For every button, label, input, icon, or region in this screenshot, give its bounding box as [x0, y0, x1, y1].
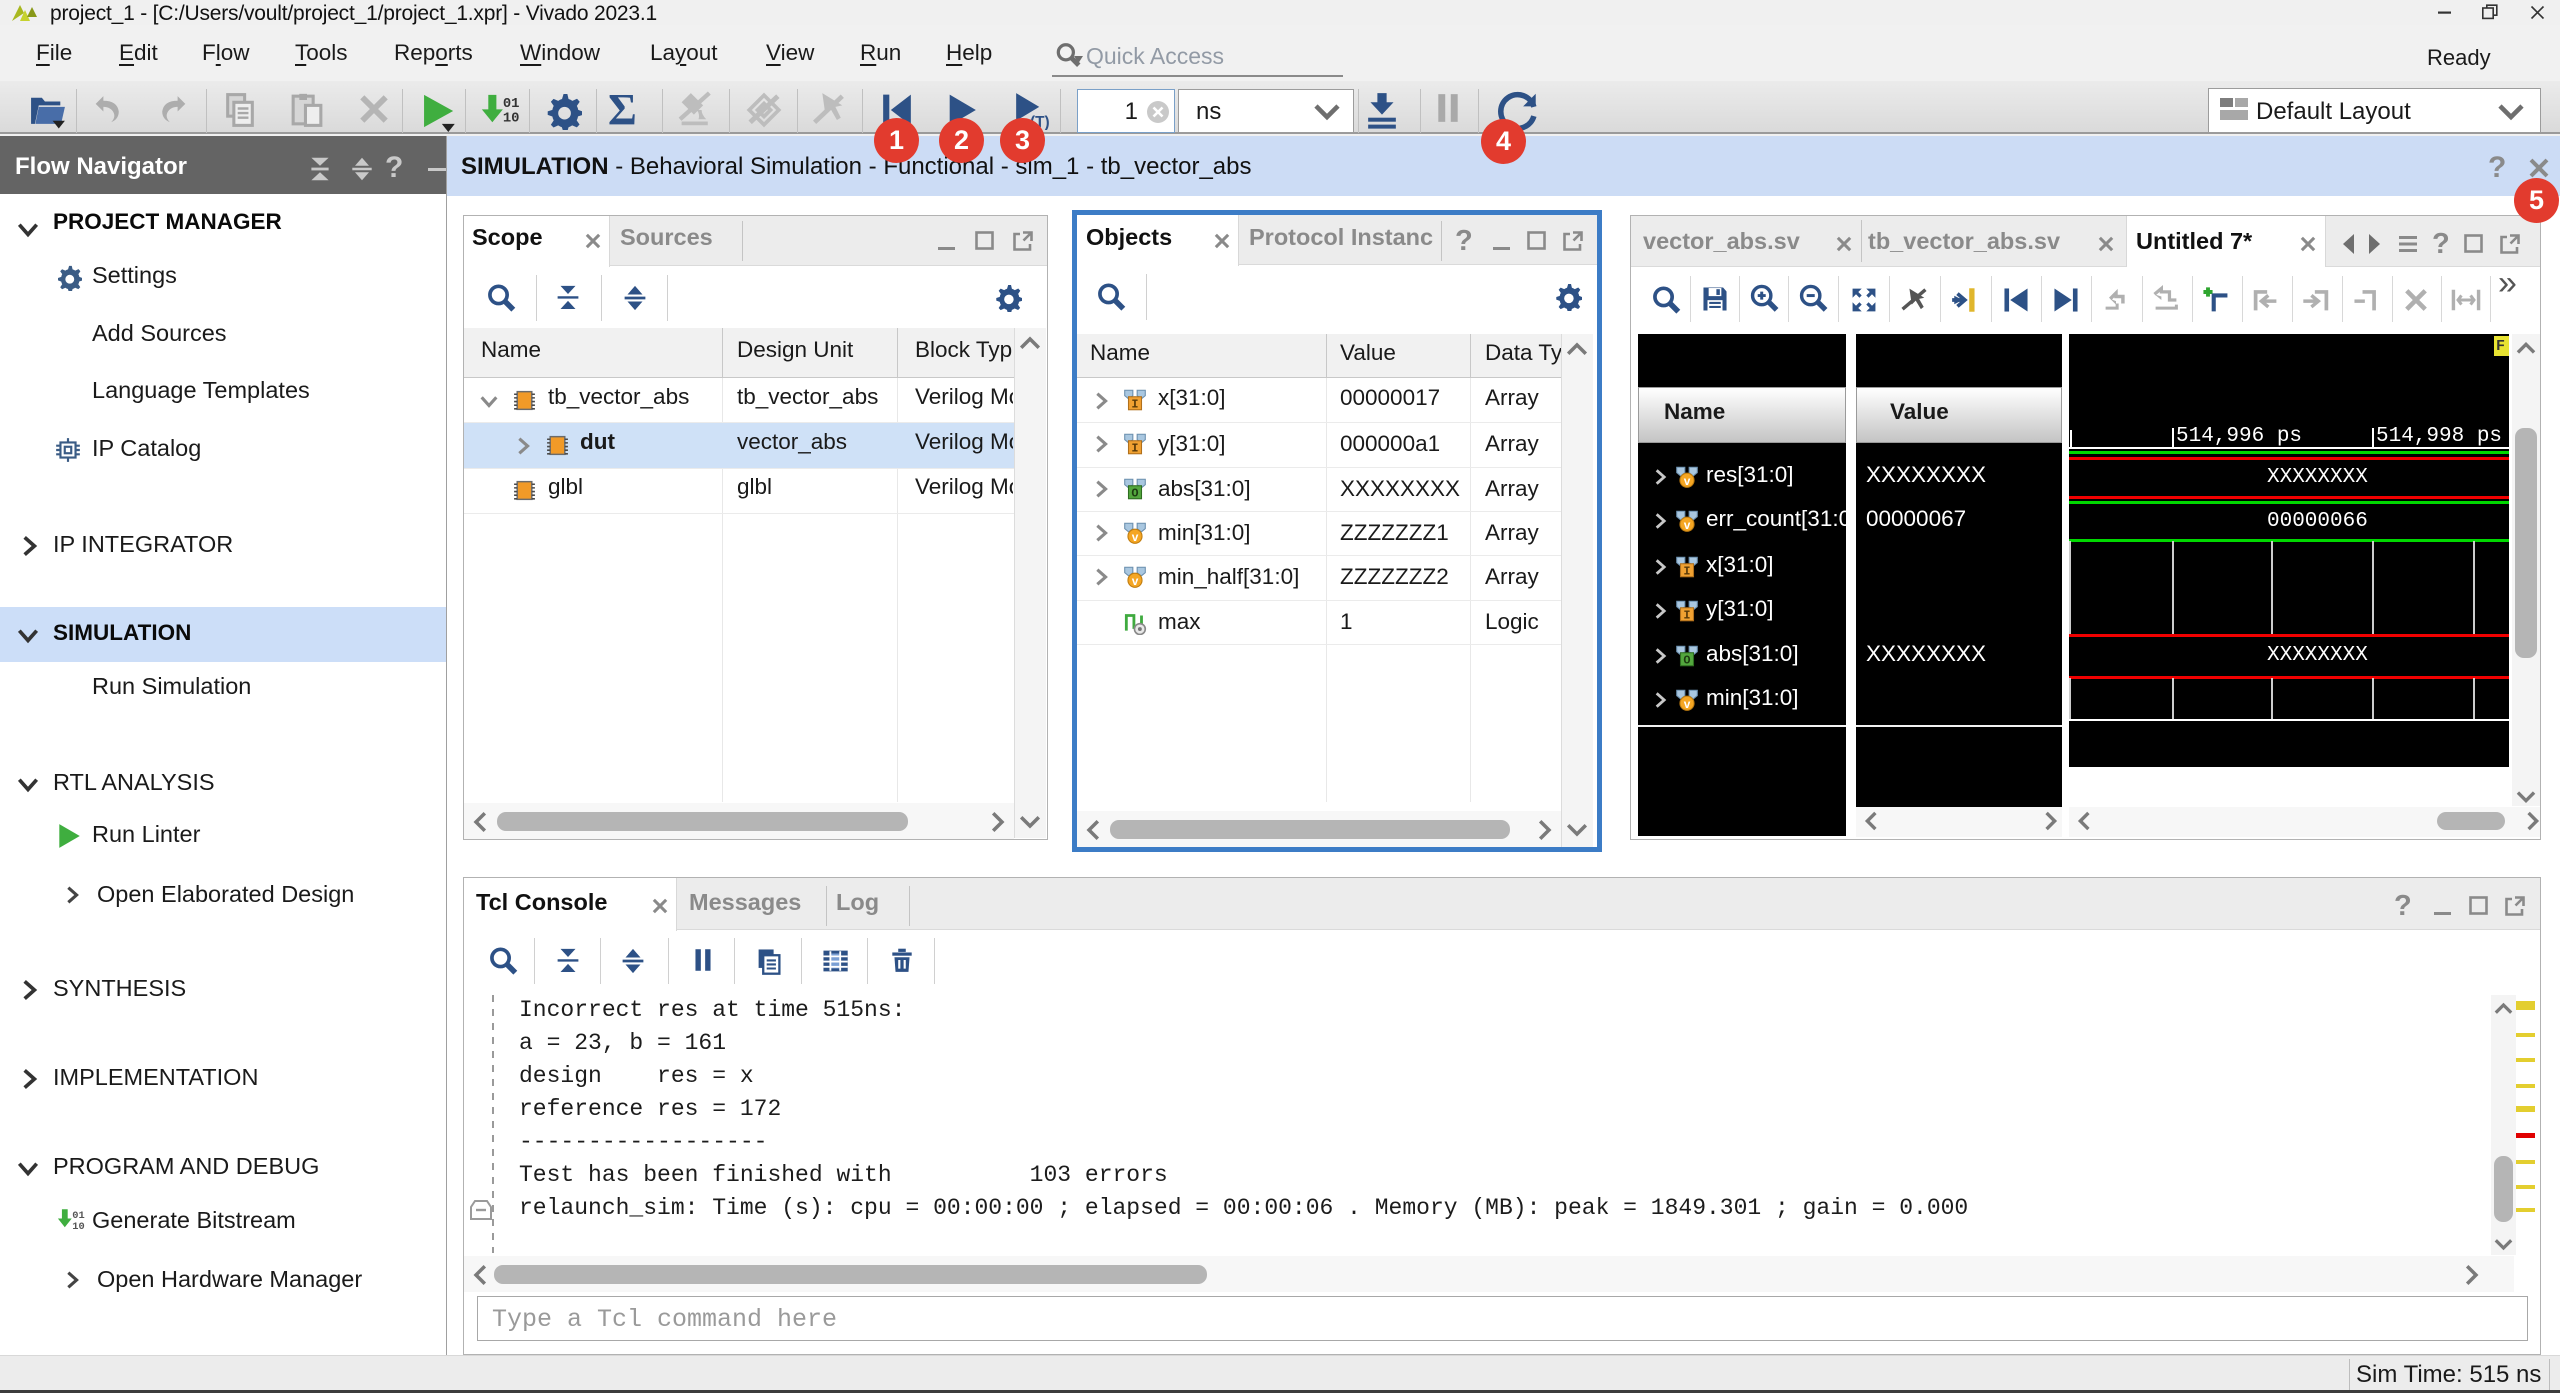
svg-text:10: 10 — [72, 1221, 84, 1233]
svg-text:10: 10 — [503, 111, 519, 127]
